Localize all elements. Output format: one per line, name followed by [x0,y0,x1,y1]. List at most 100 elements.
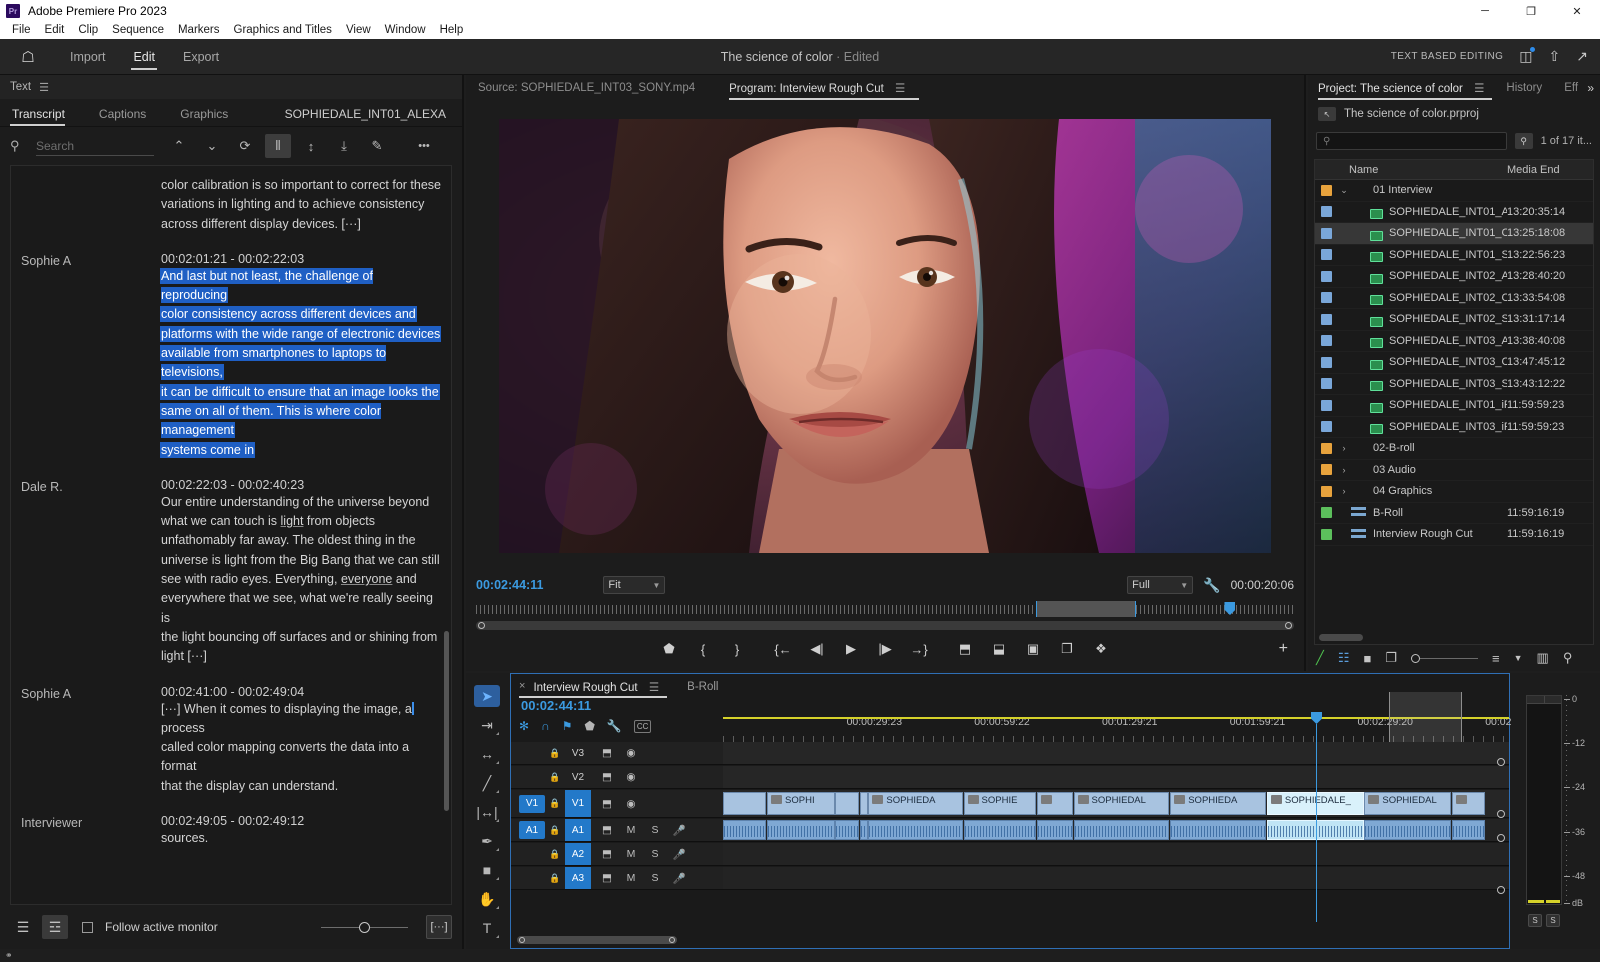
video-frame[interactable] [499,119,1271,553]
project-item-name[interactable]: SOPHIEDALE_INT01_S [1389,249,1507,261]
tab-import[interactable]: Import [56,39,119,75]
text-panel-menu-icon[interactable]: ☰ [39,81,49,94]
menu-clip[interactable]: Clip [71,22,105,39]
pen-tool[interactable]: ✒ [474,830,500,852]
project-item-row[interactable]: B-Roll11:59:16:19 [1315,503,1593,525]
step-forward-icon[interactable]: |▶ [868,641,902,657]
pause-insert-icon[interactable]: ⦀ [265,134,291,158]
timeline-video-clip[interactable]: SOPHI [767,792,835,815]
linked-selection-icon[interactable]: ⚑ [562,719,573,733]
notes-icon[interactable]: ◫ [1519,48,1532,65]
project-item-row[interactable]: SOPHIEDALE_INT03_A13:38:40:08 [1315,331,1593,353]
timeline-audio-clip[interactable] [1170,820,1266,840]
settings-wrench-icon[interactable]: 🔧 [1203,577,1220,594]
program-playhead-timecode[interactable]: 00:02:44:11 [476,578,543,592]
subtab-transcript[interactable]: Transcript [10,107,79,126]
track-lane-V2[interactable] [723,766,1509,788]
audio-meter-peak-indicator[interactable] [1527,696,1561,704]
toggle-track-output-icon[interactable]: ◉ [619,747,643,759]
lock-track-icon[interactable]: 🔒 [545,825,565,836]
transcript-scroll-area[interactable]: color calibration is so important to cor… [11,166,451,904]
text-edit-mode-icon[interactable]: ☲ [42,915,68,939]
project-item-row[interactable]: SOPHIEDALE_INT02_S13:31:17:14 [1315,309,1593,331]
timeline-video-clip[interactable] [1452,792,1485,815]
project-item-row[interactable]: SOPHIEDALE_INT03_iP11:59:59:23 [1315,417,1593,439]
timeline-vertical-scrollbar[interactable] [1497,744,1505,924]
extract-icon[interactable]: ⬓ [982,641,1016,657]
selection-tool[interactable]: ➤ [474,685,500,707]
lock-track-icon[interactable]: 🔒 [545,748,565,759]
menu-view[interactable]: View [339,22,378,39]
timeline-audio-clip[interactable] [860,820,868,840]
sync-lock-icon[interactable]: ⬒ [595,848,619,860]
freeform-view-icon[interactable]: ╱ [1316,650,1324,666]
thumbnail-size-slider[interactable] [1411,654,1478,663]
slip-tool[interactable]: |↔| [474,801,500,823]
timeline-audio-clip[interactable] [1074,820,1170,840]
razor-tool[interactable]: ╱ [474,772,500,794]
rectangle-tool[interactable]: ■ [474,859,500,881]
mute-track-button[interactable]: M [619,872,643,884]
filter-bin-icon[interactable]: ⚲ [1515,133,1533,149]
source-patch-A3[interactable] [519,869,545,887]
insert-overwrite-source-icon[interactable]: ✻ [519,719,529,733]
mark-out-icon[interactable]: } [720,642,754,657]
button-editor-icon[interactable]: ❖ [1084,641,1118,657]
timeline-audio-clip[interactable] [1037,820,1073,840]
tab-edit[interactable]: Edit [119,39,169,75]
share-export-icon[interactable]: ⇧ [1549,48,1561,65]
timeline-audio-clip[interactable] [964,820,1036,840]
follow-active-monitor-checkbox[interactable] [82,922,93,933]
project-item-name[interactable]: 03 Audio [1373,464,1507,476]
project-item-row[interactable]: SOPHIEDALE_INT03_S13:43:12:22 [1315,374,1593,396]
project-item-row[interactable]: Interview Rough Cut11:59:16:19 [1315,524,1593,546]
solo-track-button[interactable]: S [643,848,667,860]
home-icon[interactable]: ☖ [0,48,56,66]
timeline-video-clip[interactable] [860,792,868,815]
menu-markers[interactable]: Markers [171,22,227,39]
solo-track-button[interactable]: S [643,824,667,836]
timeline-video-clip[interactable]: SOPHIEDAL [1074,792,1170,815]
project-item-name[interactable]: SOPHIEDALE_INT03_S [1389,378,1507,390]
project-item-name[interactable]: 01 Interview [1373,184,1507,196]
track-target-A3[interactable]: A3 [565,867,591,889]
pause-ellipsis-button[interactable]: [···] [426,915,452,939]
comparison-view-icon[interactable]: ❐ [1050,641,1084,657]
track-lane-A1[interactable] [723,819,1509,841]
track-lane-V1[interactable]: SOPHISOPHIEDASOPHIESOPHIEDALSOPHIEDASOPH… [723,790,1509,817]
project-horizontal-scrollbar[interactable] [1319,634,1363,641]
step-back-icon[interactable]: ◀| [800,641,834,657]
project-item-name[interactable]: SOPHIEDALE_INT03_C [1389,356,1507,368]
column-header-name[interactable]: Name [1337,164,1507,176]
timeline-video-clip[interactable] [723,792,766,815]
timeline-audio-clip[interactable] [868,820,962,840]
sync-lock-icon[interactable]: ⬒ [595,872,619,884]
maximize-button[interactable]: ❐ [1508,0,1554,22]
transcript-text[interactable]: [···] When it comes to displaying the im… [161,700,441,796]
track-target-A1[interactable]: A1 [565,819,591,841]
timeline-audio-clip[interactable] [835,820,859,840]
solo-track-button[interactable]: S [643,872,667,884]
track-target-A2[interactable]: A2 [565,843,591,865]
timeline-audio-clip[interactable] [1452,820,1485,840]
transcript-content[interactable]: 00:02:22:03 - 00:02:40:23Our entire unde… [161,478,441,667]
tab-history[interactable]: History [1506,77,1542,99]
play-stop-icon[interactable]: ▶ [834,641,868,657]
column-header-media-end[interactable]: Media End [1507,164,1593,176]
video-preview-area[interactable] [466,101,1304,571]
playback-resolution-select[interactable]: Full ▼ [1127,576,1193,594]
project-item-name[interactable]: SOPHIEDALE_INT01_iP [1389,399,1507,411]
transcript-block[interactable]: Sophie A00:02:01:21 - 00:02:22:03And las… [11,252,451,460]
collapse-all-icon[interactable]: ⤓ [331,134,357,158]
button-editor-plus[interactable]: + [1279,640,1288,658]
toggle-track-output-icon[interactable]: ◉ [619,771,643,783]
track-lane-A3[interactable] [723,867,1509,889]
mute-track-button[interactable]: M [619,848,643,860]
source-patch-A2[interactable] [519,845,545,863]
captions-icon[interactable]: CC [634,720,652,733]
tab-interview-rough-cut[interactable]: Interview Rough Cut ☰ [533,675,659,698]
monitor-time-ruler[interactable] [476,601,1294,619]
project-item-row[interactable]: ⌄01 Interview [1315,180,1593,202]
scrollbar-right-handle[interactable] [1285,622,1292,629]
refresh-transcript-icon[interactable]: ⟳ [232,134,258,158]
